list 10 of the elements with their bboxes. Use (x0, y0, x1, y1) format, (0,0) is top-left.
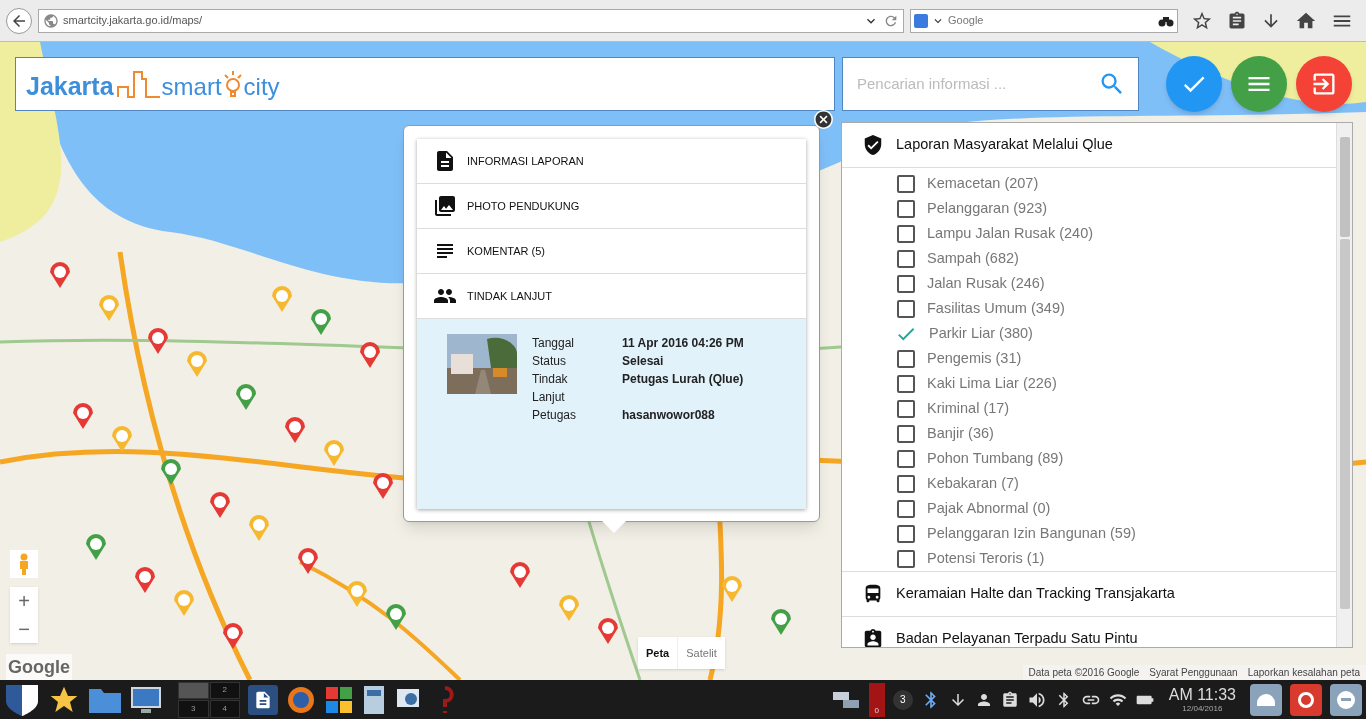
workspace-button[interactable]: 2 (209, 681, 240, 699)
url-field[interactable]: smartcity.jakarta.go.id/maps/ (38, 8, 904, 33)
clock-date: 12/04/2016 (1182, 704, 1223, 713)
search-field[interactable]: Google (910, 8, 1178, 33)
workspace-button[interactable]: 3 (178, 700, 209, 718)
count-badge[interactable]: 3 (892, 689, 913, 710)
notification-counter[interactable]: 0 (868, 682, 885, 717)
clock-time[interactable]: AM 11:33 (1168, 686, 1236, 703)
search-input[interactable]: Google (948, 12, 1155, 29)
workspace-button[interactable]: 4 (209, 700, 240, 718)
